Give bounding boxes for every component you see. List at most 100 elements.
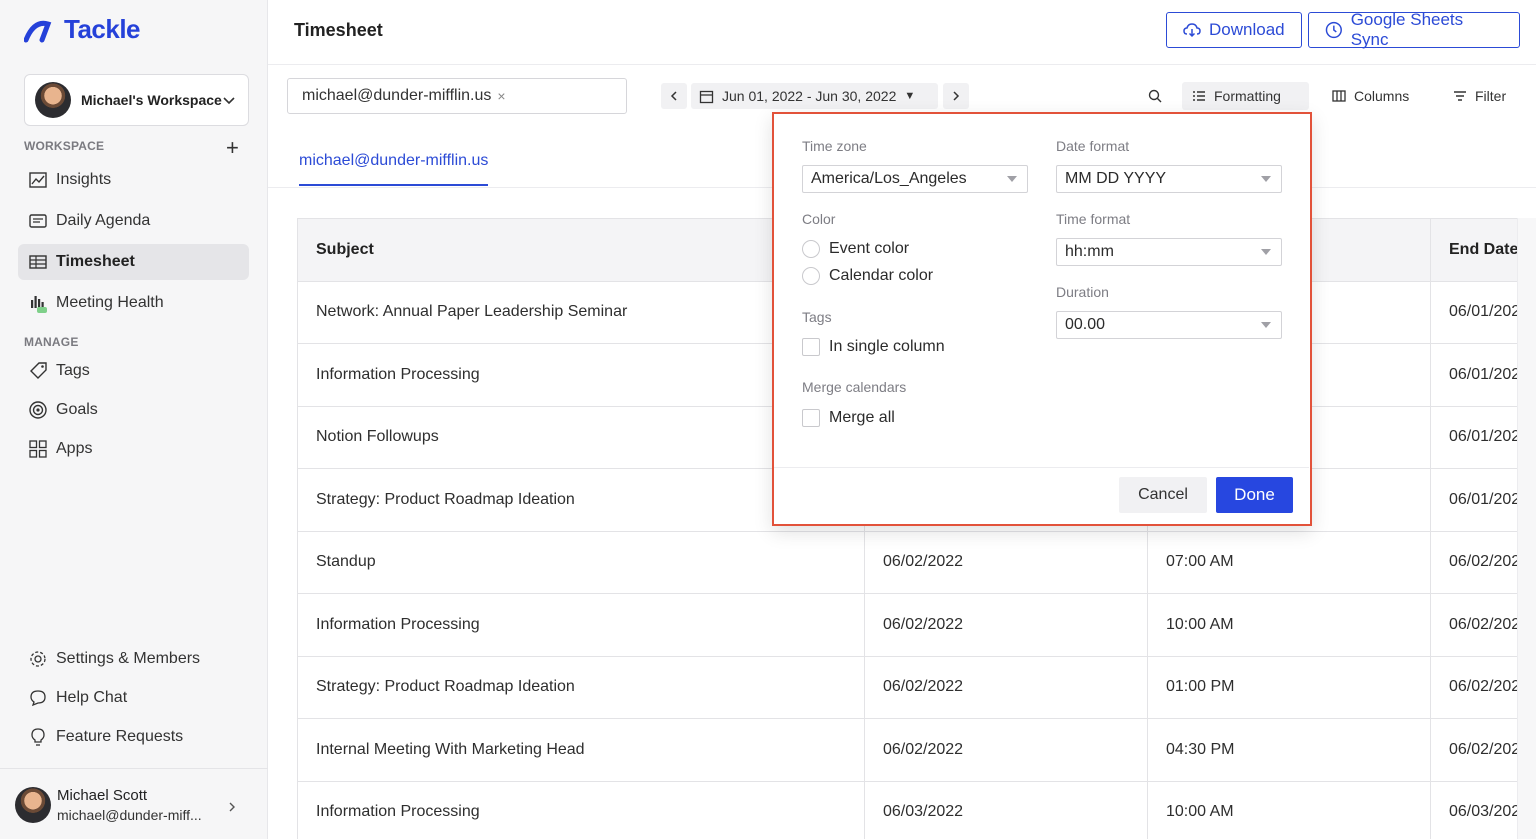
- chevron-down-icon: [223, 97, 235, 105]
- duration-value: 00.00: [1065, 316, 1106, 333]
- sidebar-item-label: Help Chat: [56, 689, 128, 706]
- sidebar-item-label: Apps: [56, 440, 93, 457]
- sidebar-item-insights[interactable]: Insights: [18, 162, 249, 198]
- sidebar-item-feature-requests[interactable]: Feature Requests: [18, 719, 249, 755]
- sidebar-item-settings[interactable]: Settings & Members: [18, 641, 249, 677]
- columns-label: Columns: [1354, 88, 1410, 104]
- checkbox-box[interactable]: [802, 338, 820, 356]
- duration-label: Duration: [1056, 284, 1109, 300]
- sidebar-item-label: Settings & Members: [56, 650, 201, 667]
- cell-end-date: 06/02/2022: [1431, 657, 1517, 719]
- formatting-button[interactable]: Formatting: [1182, 82, 1309, 110]
- filter-button[interactable]: Filter: [1443, 82, 1516, 110]
- sidebar: Tackle Michael's Workspace WORKSPACE + I…: [0, 0, 268, 839]
- user-profile[interactable]: Michael Scott michael@dunder-miff...: [0, 768, 268, 839]
- tag-icon: [30, 362, 47, 379]
- cell-subject: Strategy: Product Roadmap Ideation: [298, 656, 865, 718]
- page-header: Timesheet Download Google Sheets Sync: [268, 0, 1536, 65]
- download-button[interactable]: Download: [1166, 12, 1302, 48]
- add-workspace-item-button[interactable]: +: [226, 137, 239, 159]
- cell-subject: Internal Meeting With Marketing Head: [298, 719, 865, 781]
- date-format-select[interactable]: MM DD YYYY: [1056, 165, 1282, 193]
- workspace-name: Michael's Workspace: [81, 92, 222, 108]
- time-format-select[interactable]: hh:mm: [1056, 238, 1282, 266]
- calendar-icon: [699, 90, 714, 103]
- list-format-icon: [1193, 91, 1205, 101]
- lightbulb-icon: [31, 728, 45, 746]
- table-row[interactable]: Information Processing 06/02/2022 10:00 …: [298, 594, 1517, 657]
- merge-all-label: Merge all: [829, 409, 895, 426]
- sidebar-item-goals[interactable]: Goals: [18, 392, 249, 428]
- table-row[interactable]: Internal Meeting With Marketing Head 06/…: [298, 719, 1517, 782]
- gear-icon: [30, 651, 46, 667]
- cell-subject: Information Processing: [298, 594, 865, 656]
- sidebar-item-label: Insights: [56, 171, 112, 188]
- tab-user-calendar[interactable]: michael@dunder-mifflin.us: [299, 152, 489, 186]
- table-icon: [29, 255, 47, 269]
- column-header-end-date[interactable]: End Date: [1431, 219, 1517, 281]
- event-color-label: Event color: [829, 240, 910, 257]
- next-range-button[interactable]: [943, 83, 969, 109]
- sidebar-item-tags[interactable]: Tags: [18, 353, 249, 389]
- table-row[interactable]: Strategy: Product Roadmap Ideation 06/02…: [298, 656, 1517, 719]
- workspace-switcher[interactable]: Michael's Workspace: [24, 74, 249, 126]
- merge-calendars-label: Merge calendars: [802, 379, 907, 395]
- duration-select[interactable]: 00.00: [1056, 311, 1282, 339]
- page-title: Timesheet: [294, 20, 383, 40]
- sidebar-item-label: Meeting Health: [56, 294, 164, 311]
- filter-label: Filter: [1475, 88, 1507, 104]
- search-icon: [1148, 89, 1162, 103]
- chart-line-icon: [29, 172, 47, 188]
- bar-chart-app-icon: [31, 296, 47, 313]
- event-color-radio[interactable]: Event color: [802, 240, 909, 258]
- merge-all-checkbox[interactable]: Merge all: [802, 409, 895, 427]
- clock-icon: [1325, 21, 1342, 39]
- table-row[interactable]: Standup 06/02/2022 07:00 AM 06/02/2022: [298, 531, 1517, 594]
- radio-circle[interactable]: [802, 240, 820, 258]
- user-filter-input[interactable]: michael@dunder-mifflin.us ×: [287, 78, 627, 114]
- time-zone-select[interactable]: America/Los_Angeles: [802, 165, 1028, 193]
- done-button[interactable]: Done: [1216, 477, 1293, 513]
- time-zone-label: Time zone: [802, 138, 867, 154]
- cell-end-date: 06/02/2022: [1431, 594, 1517, 656]
- download-label: Download: [1209, 20, 1285, 39]
- previous-range-button[interactable]: [661, 83, 687, 109]
- date-format-value: MM DD YYYY: [1065, 170, 1167, 187]
- target-icon: [29, 401, 47, 419]
- radio-circle[interactable]: [802, 267, 820, 285]
- sidebar-item-apps[interactable]: Apps: [18, 431, 249, 467]
- date-format-label: Date format: [1056, 138, 1130, 154]
- cell-subject: Information Processing: [298, 781, 865, 839]
- columns-icon: [1332, 90, 1346, 102]
- calendar-color-radio[interactable]: Calendar color: [802, 267, 933, 285]
- time-format-value: hh:mm: [1065, 243, 1114, 260]
- sidebar-item-meeting-health[interactable]: Meeting Health: [18, 285, 249, 321]
- google-sheets-sync-button[interactable]: Google Sheets Sync: [1308, 10, 1520, 49]
- cell-end-date: 06/01/2022: [1431, 407, 1517, 469]
- manage-section-label: MANAGE: [24, 335, 79, 349]
- tackle-logo-icon: [24, 20, 52, 42]
- search-button[interactable]: [1138, 82, 1172, 110]
- table-row[interactable]: Information Processing 06/03/2022 10:00 …: [298, 781, 1517, 839]
- chevron-left-icon: [670, 91, 677, 101]
- horizontal-scroll-area[interactable]: [1517, 218, 1536, 839]
- cancel-button[interactable]: Cancel: [1119, 477, 1207, 513]
- sidebar-item-daily-agenda[interactable]: Daily Agenda: [18, 203, 249, 239]
- date-range-picker[interactable]: Jun 01, 2022 - Jun 30, 2022 ▼: [691, 83, 938, 109]
- sidebar-item-timesheet[interactable]: Timesheet: [18, 244, 249, 280]
- checkbox-box[interactable]: [802, 409, 820, 427]
- popover-divider: [774, 467, 1309, 468]
- sidebar-item-help-chat[interactable]: Help Chat: [18, 680, 249, 716]
- cell-start-time: 04:30 PM: [1148, 719, 1431, 781]
- workspace-section-label: WORKSPACE: [24, 139, 105, 153]
- single-column-checkbox[interactable]: In single column: [802, 338, 945, 356]
- sidebar-item-label: Daily Agenda: [56, 212, 151, 229]
- formatting-label: Formatting: [1214, 88, 1281, 104]
- remove-filter-icon[interactable]: ×: [497, 88, 505, 104]
- cell-start-date: 06/02/2022: [865, 656, 1148, 718]
- tags-label: Tags: [802, 309, 832, 325]
- tackle-logo[interactable]: Tackle: [24, 14, 141, 45]
- formatting-popover: Time zone America/Los_Angeles Date forma…: [772, 112, 1312, 526]
- sidebar-item-label: Tags: [56, 362, 90, 379]
- columns-button[interactable]: Columns: [1322, 82, 1419, 110]
